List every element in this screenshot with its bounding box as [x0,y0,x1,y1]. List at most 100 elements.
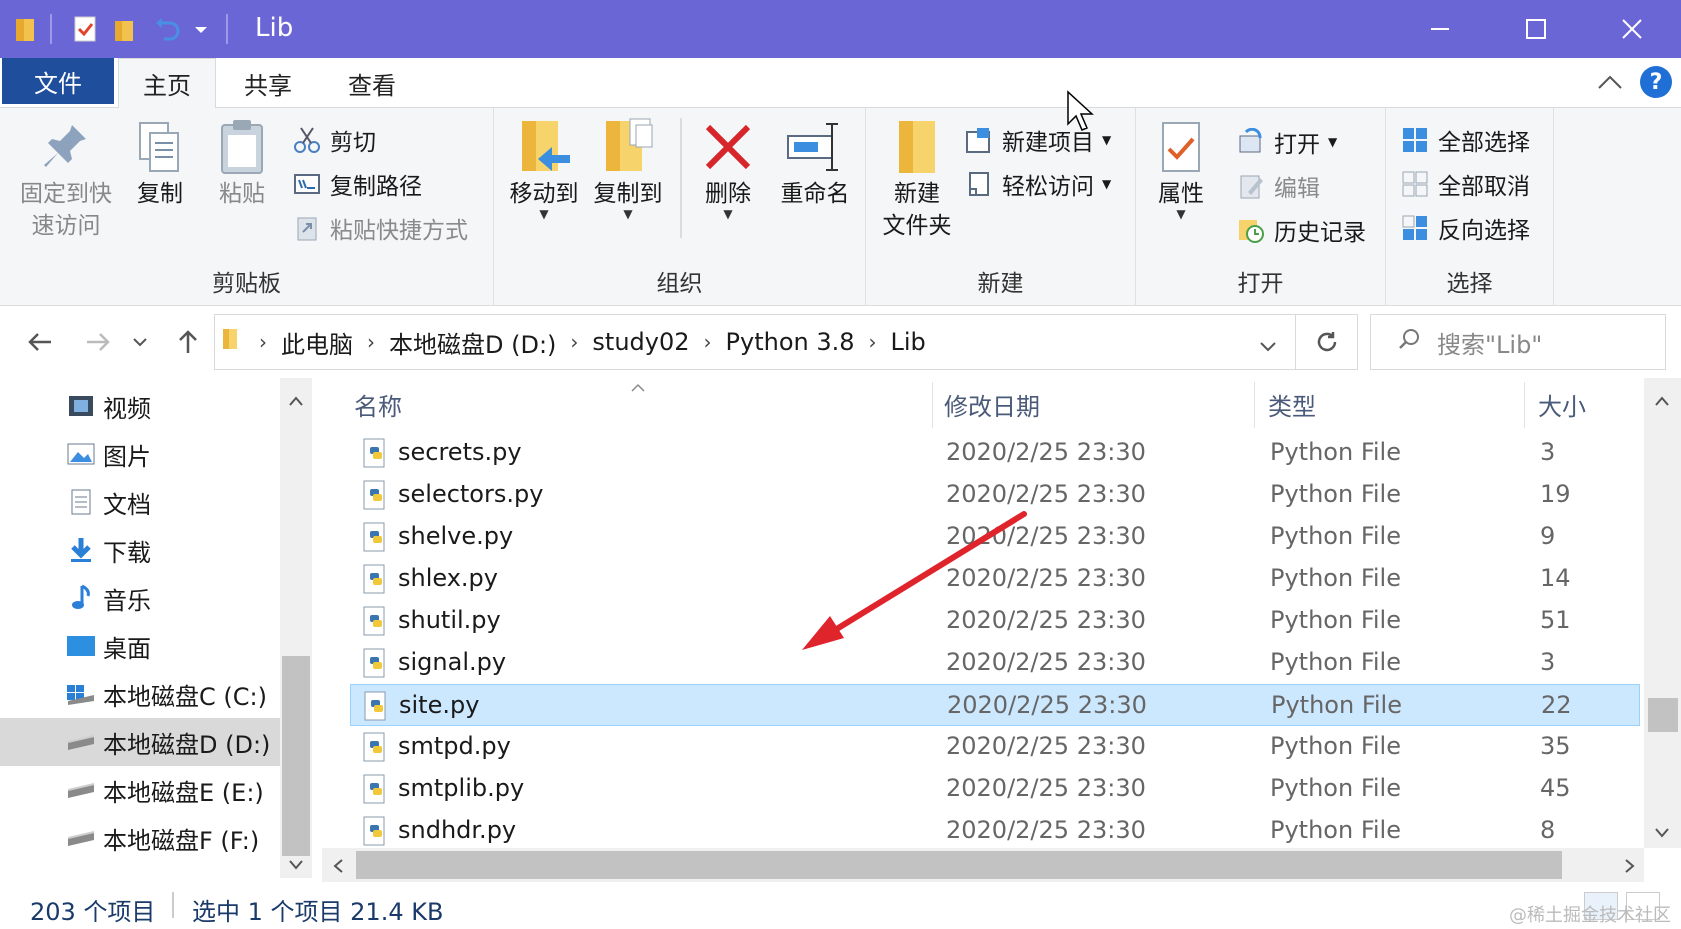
nav-item-drive-d[interactable]: 本地磁盘D (D:) [0,718,280,766]
scroll-up-icon[interactable] [288,392,304,411]
file-row-selected[interactable]: site.py 2020/2/25 23:30 Python File 22 [350,684,1640,726]
nav-item-music[interactable]: 音乐 [0,574,280,622]
select-all-button[interactable]: 全部选择 [1400,122,1530,158]
file-size: 35 [1540,732,1571,760]
copy-button[interactable]: 复制 [128,116,192,210]
column-divider[interactable] [1524,382,1525,428]
up-button[interactable] [170,324,206,360]
minimize-button[interactable] [1392,0,1488,58]
python-file-icon [363,691,389,721]
file-size: 8 [1540,816,1556,844]
new-folder-button[interactable]: 新建 文件夹 [876,116,958,242]
invert-selection-button[interactable]: 反向选择 [1400,210,1530,246]
file-size: 22 [1541,691,1572,719]
nav-item-videos[interactable]: 视频 [0,382,280,430]
paste-shortcut-button[interactable]: 粘贴快捷方式 [292,210,468,246]
breadcrumb-study02[interactable]: study02 [592,328,689,356]
column-divider[interactable] [1254,382,1255,428]
file-name: selectors.py [398,480,544,508]
horizontal-scrollbar-thumb[interactable] [356,851,1562,879]
file-name: shutil.py [398,606,501,634]
recent-locations-button[interactable] [128,324,152,360]
nav-item-documents[interactable]: 文档 [0,478,280,526]
edit-label: 编辑 [1274,176,1320,202]
file-row[interactable]: sndhdr.py 2020/2/25 23:30 Python File 8 [350,810,1640,848]
column-header-type[interactable]: 类型 [1268,378,1316,430]
nav-item-drive-f[interactable]: 本地磁盘F (F:) [0,814,280,862]
nav-item-desktop[interactable]: 桌面 [0,622,280,670]
move-to-button[interactable]: 移动到 ▼ [504,116,584,220]
vertical-scrollbar-thumb[interactable] [1648,698,1678,732]
scroll-right-icon[interactable] [1624,858,1636,878]
delete-dropdown-icon: ▼ [723,207,733,221]
breadcrumb-this-pc[interactable]: 此电脑 [281,325,353,360]
tab-share[interactable]: 共享 [220,58,316,108]
help-icon[interactable]: ? [1640,66,1672,98]
breadcrumb-lib[interactable]: Lib [891,328,926,356]
column-divider[interactable] [932,382,933,428]
file-modified: 2020/2/25 23:30 [946,816,1146,844]
address-history-dropdown-icon[interactable] [1259,331,1277,359]
rename-button[interactable]: 重命名 [772,116,858,210]
back-button[interactable] [22,324,58,360]
scroll-up-icon[interactable] [1654,392,1670,411]
file-list-horizontal-scrollbar[interactable] [322,848,1644,882]
scroll-left-icon[interactable] [332,858,344,878]
file-row[interactable]: smtpd.py 2020/2/25 23:30 Python File 35 [350,726,1640,768]
nav-item-pictures[interactable]: 图片 [0,430,280,478]
forward-button[interactable] [80,324,116,360]
file-size: 14 [1540,564,1571,592]
new-group-label: 新建 [977,271,1024,297]
edit-button[interactable]: 编辑 [1236,168,1320,204]
organize-group: 移动到 ▼ 复制到 ▼ 删除 ▼ 重命名 组织 [494,108,866,306]
column-header-size[interactable]: 大小 [1538,378,1586,430]
pin-quick-access-button[interactable]: 固定到快 速访问 [14,116,118,242]
copy-to-button[interactable]: 复制到 ▼ [588,116,668,220]
nav-scrollbar[interactable] [280,378,312,878]
history-button[interactable]: 历史记录 [1236,212,1366,248]
tab-file[interactable]: 文件 [2,58,114,104]
column-header-modified[interactable]: 修改日期 [944,378,1040,430]
search-placeholder: 搜索"Lib" [1437,330,1543,359]
address-bar[interactable]: › 此电脑 › 本地磁盘D (D:) › study02 › Python 3.… [214,314,1296,370]
paste-button[interactable]: 粘贴 [210,116,274,210]
select-none-button[interactable]: 全部取消 [1400,166,1530,202]
delete-button[interactable]: 删除 ▼ [690,116,766,221]
undo-icon[interactable] [152,14,182,44]
easy-access-button[interactable]: 轻松访问 ▼ [964,166,1111,202]
cut-button[interactable]: 剪切 [292,122,376,158]
breadcrumb-python38[interactable]: Python 3.8 [726,328,855,356]
nav-item-downloads[interactable]: 下载 [0,526,280,574]
customize-toolbar-icon[interactable] [192,14,210,44]
breadcrumb-drive-d[interactable]: 本地磁盘D (D:) [389,325,556,360]
file-list-vertical-scrollbar[interactable] [1644,378,1681,848]
nav-item-drive-c[interactable]: 本地磁盘C (C:) [0,670,280,718]
open-button[interactable]: 打开 ▼ [1236,124,1337,160]
scroll-down-icon[interactable] [1654,824,1670,843]
close-button[interactable] [1584,0,1680,58]
new-folder-quick-icon[interactable] [112,14,138,44]
nav-item-drive-e[interactable]: 本地磁盘E (E:) [0,766,280,814]
copy-path-button[interactable]: 复制路径 [292,166,422,202]
file-size: 51 [1540,606,1571,634]
search-icon [1397,327,1421,357]
easy-access-dropdown-icon: ▼ [1102,177,1112,191]
new-item-dropdown-icon: ▼ [1102,133,1112,147]
file-row[interactable]: smtplib.py 2020/2/25 23:30 Python File 4… [350,768,1640,810]
file-type: Python File [1270,774,1401,802]
collapse-ribbon-icon[interactable] [1596,70,1624,98]
maximize-button[interactable] [1488,0,1584,58]
search-box[interactable]: 搜索"Lib" [1370,314,1666,370]
new-folder-icon [895,116,939,178]
tab-view[interactable]: 查看 [322,58,422,108]
nav-scrollbar-thumb[interactable] [282,656,310,856]
file-size: 3 [1540,648,1556,676]
refresh-button[interactable] [1296,314,1358,370]
properties-button[interactable]: 属性 ▼ [1144,116,1218,220]
mouse-cursor-icon [1066,90,1094,138]
properties-quick-icon[interactable] [72,14,98,44]
tab-home[interactable]: 主页 [118,58,216,109]
scroll-down-icon[interactable] [288,856,304,875]
file-row[interactable]: secrets.py 2020/2/25 23:30 Python File 3 [350,432,1640,474]
column-header-name[interactable]: 名称 [354,378,402,430]
